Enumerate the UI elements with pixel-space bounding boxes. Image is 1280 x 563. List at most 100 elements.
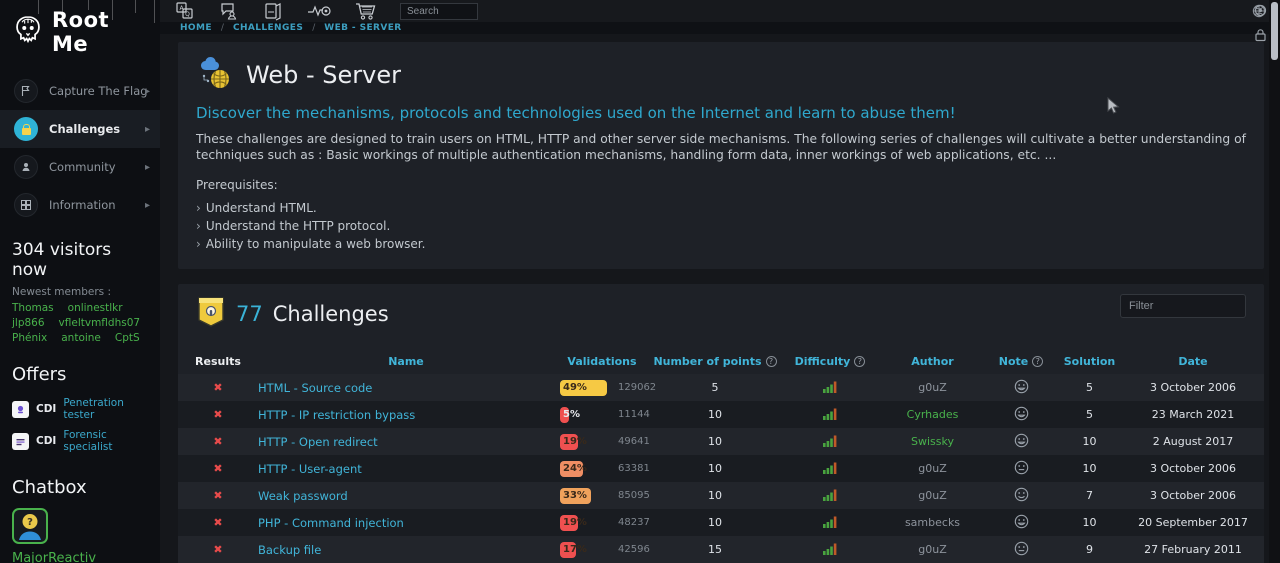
help-icon[interactable]: ? [854,356,865,367]
member-link[interactable]: onlinestlkr [68,302,123,314]
author-link[interactable]: g0uZ [880,489,985,502]
member-link[interactable]: CptS [115,332,140,344]
column-name[interactable]: Name [258,355,554,368]
chat-username[interactable]: MajorReactiv [12,551,148,563]
difficulty-cell [780,542,880,558]
member-link[interactable]: vfleltvmfldhs07 [59,317,141,329]
challenge-link[interactable]: Backup file [258,543,321,557]
difficulty-cell [780,515,880,531]
note-smiley-icon [1014,460,1029,475]
search-input[interactable] [400,3,478,20]
offer-link[interactable]: Forensic specialist [63,429,148,453]
skull-logo-icon [12,14,44,50]
member-link[interactable]: Thomas [12,302,54,314]
table-row: ✖ HTML - Source code 49% 129062 5 g0uZ 5… [178,374,1264,401]
author-link[interactable]: g0uZ [880,462,985,475]
column-difficulty[interactable]: Difficulty? [780,355,880,368]
challenges-count-label: Challenges [273,302,389,326]
prerequisite-item: ›Ability to manipulate a web browser. [196,235,1246,253]
avatar[interactable]: ? [12,529,48,548]
name-cell: HTTP - IP restriction bypass [258,408,554,422]
solution-cell: 7 [1057,489,1122,502]
forum-icon[interactable] [218,0,240,22]
sidebar-item-community[interactable]: Community ▸ [0,148,160,186]
sidebar-item-information[interactable]: Information ▸ [0,186,160,224]
difficulty-bars-icon [823,542,838,555]
name-cell: PHP - Command injection [258,516,554,530]
column-validations[interactable]: Validations [554,355,650,368]
column-author[interactable]: Author [880,355,985,368]
newest-members-list: Thomas onlinestlkr jlp866 vfleltvmfldhs0… [0,302,160,344]
author-link[interactable]: Cyrhades [880,408,985,421]
help-icon[interactable]: ? [1032,356,1043,367]
chatbox: ? MajorReactiv 2 September 2022 at 13:21… [0,506,160,563]
logo-title: Root Me [52,8,150,56]
validations-cell: 33% 85095 [554,488,650,504]
challenge-link[interactable]: HTML - Source code [258,381,372,395]
docs-icon[interactable]: AQ [174,0,196,22]
date-cell: 3 October 2006 [1122,462,1264,475]
breadcrumb-current[interactable]: WEB - SERVER [324,23,401,33]
chatbox-title: Chatbox [0,457,160,506]
activity-icon[interactable] [306,0,332,22]
sidebar-item-challenges[interactable]: Challenges ▸ [0,110,160,148]
offer-link[interactable]: Penetration tester [63,397,148,421]
help-icon[interactable]: ? [766,356,777,367]
column-results[interactable]: Results [178,355,258,368]
author-link[interactable]: Swissky [880,435,985,448]
difficulty-bars-icon [823,407,838,420]
date-cell: 27 February 2011 [1122,543,1264,556]
challenge-link[interactable]: HTTP - IP restriction bypass [258,408,415,422]
column-points[interactable]: Number of points? [650,355,780,368]
not-solved-icon: ✖ [213,489,222,502]
challenge-link[interactable]: PHP - Command injection [258,516,404,530]
challenge-link[interactable]: HTTP - User-agent [258,462,362,476]
column-solution[interactable]: Solution [1057,355,1122,368]
date-cell: 3 October 2006 [1122,489,1264,502]
points-cell: 10 [650,462,780,475]
validations-cell: 5% 11144 [554,407,650,423]
member-link[interactable]: jlp866 [12,317,45,329]
validation-count: 49641 [618,436,650,447]
breadcrumb-challenges[interactable]: CHALLENGES [233,23,303,33]
note-cell [985,379,1057,397]
member-link[interactable]: antoine [61,332,101,344]
column-note[interactable]: Note? [985,355,1057,368]
category-intro-panel: Web - Server Discover the mechanisms, pr… [178,42,1264,269]
prerequisites-label: Prerequisites: [196,178,1246,192]
difficulty-cell [780,380,880,396]
breadcrumb: HOME / CHALLENGES / WEB - SERVER [160,22,1280,34]
author-link[interactable]: sambecks [880,516,985,529]
notes-icon[interactable] [262,0,284,22]
challenge-link[interactable]: HTTP - Open redirect [258,435,378,449]
svg-text:?: ? [27,517,33,528]
author-link[interactable]: g0uZ [880,381,985,394]
web-server-category-icon [196,54,234,96]
result-cell: ✖ [178,516,258,529]
member-link[interactable]: Phénix [12,332,47,344]
logo[interactable]: Root Me [0,0,160,66]
target-icon[interactable] [1254,2,1267,21]
filter-input[interactable] [1120,294,1246,318]
name-cell: HTML - Source code [258,381,554,395]
note-cell [985,514,1057,532]
not-solved-icon: ✖ [213,462,222,475]
note-smiley-icon [1014,433,1029,448]
scrollbar-track[interactable] [1269,0,1280,563]
sidebar-item-label: Information [49,198,116,212]
author-link[interactable]: g0uZ [880,543,985,556]
newest-members-label: Newest members : [0,284,160,302]
lock-icon[interactable] [1254,27,1267,46]
breadcrumb-home[interactable]: HOME [180,23,212,33]
note-cell [985,487,1057,505]
scrollbar-thumb[interactable] [1271,2,1278,60]
validation-percent: 19% [563,517,587,528]
sidebar-item-capture-the-flag[interactable]: Capture The Flag ▸ [0,72,160,110]
chevron-right-icon: ▸ [145,162,150,173]
note-smiley-icon [1014,541,1029,556]
validations-cell: 19% 48237 [554,515,650,531]
cart-icon[interactable] [354,0,378,22]
points-cell: 10 [650,408,780,421]
challenge-link[interactable]: Weak password [258,489,348,503]
column-date[interactable]: Date [1122,355,1264,368]
